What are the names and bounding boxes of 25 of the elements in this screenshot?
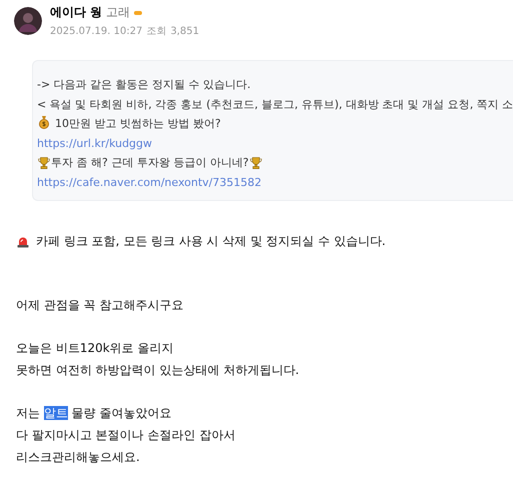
link[interactable]: https://url.kr/kudggw <box>37 136 152 150</box>
views-label: 조회 <box>146 25 166 38</box>
post-text-line: 저는 알트 물량 줄여놓았어요 <box>16 404 172 422</box>
post-text-line: 못하면 여전히 하방압력이 있는상태에 처하게됩니다. <box>16 362 300 378</box>
siren-icon <box>16 234 30 248</box>
view-count: 3,851 <box>170 26 200 36</box>
post-text-line: 오늘은 비트120k위로 올리지 <box>16 340 174 356</box>
warning-text: 카페 링크 포함, 모든 링크 사용 시 삭제 및 정지되실 수 있습니다. <box>36 233 386 250</box>
notice-text: 10만원 받고 빗썸하는 방법 봤어? <box>55 116 221 131</box>
trophy-icon <box>248 156 263 170</box>
post-text-line: 어제 관점을 꼭 참고해주시구요 <box>16 296 184 314</box>
notice-text: -> 다음과 같은 활동은 정지될 수 있습니다. <box>37 77 251 92</box>
money-bag-icon <box>37 115 51 129</box>
notice-text: 투자 좀 해? 근데 투자왕 등급이 아니네? <box>51 155 249 170</box>
link[interactable]: https://cafe.naver.com/nexontv/7351582 <box>37 176 262 188</box>
selected-text: 알트 <box>44 406 68 420</box>
grade-badge-icon <box>134 10 142 14</box>
post-date: 2025.07.19. 10:27 <box>50 26 142 36</box>
avatar[interactable] <box>14 7 42 35</box>
member-grade: 고래 <box>106 4 130 21</box>
author-name[interactable]: 에이다 웡 <box>50 4 102 21</box>
post-text-line: 다 팔지마시고 본절이나 손절라인 잡아서 <box>16 426 236 444</box>
trophy-icon <box>37 156 51 170</box>
post-text-line: 리스크관리해놓으세요. <box>16 448 141 466</box>
notice-text: < 욕설 및 타회원 비하, 각종 홍보 (추천코드, 블로그, 유튜브), 대화방 초대 및 개설 요청, 쪽지 소 <box>37 96 513 112</box>
